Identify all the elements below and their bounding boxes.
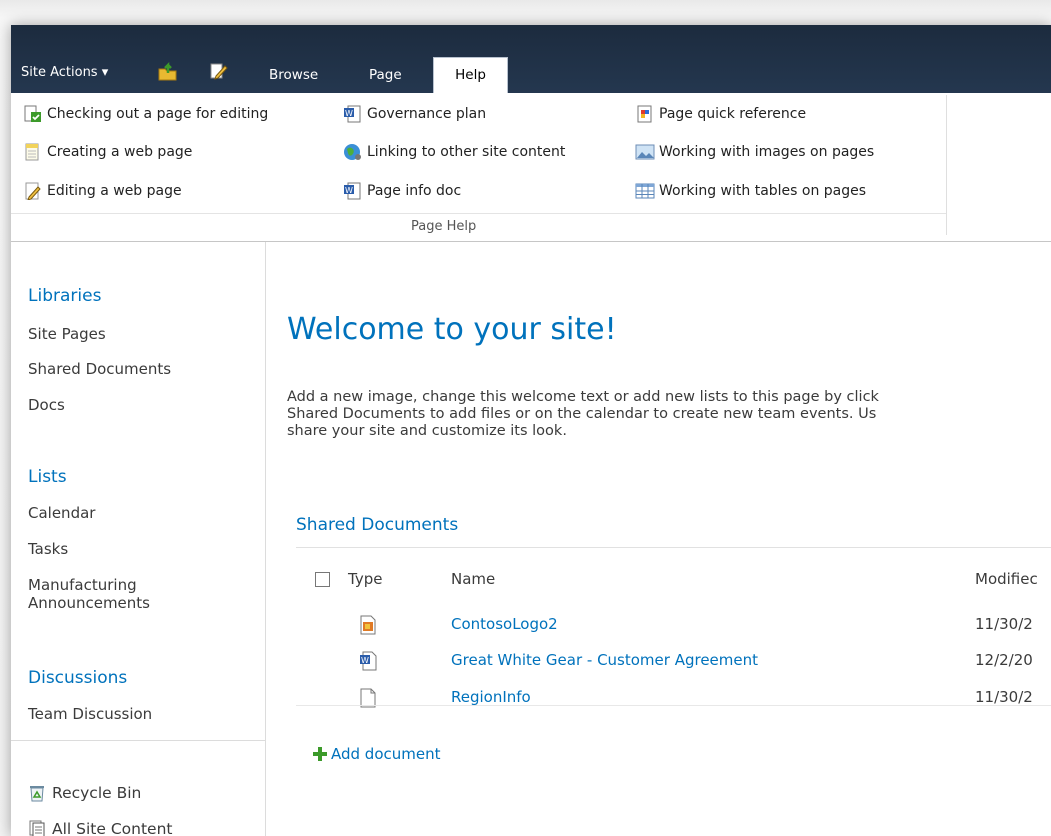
nav-item-docs[interactable]: Docs (28, 396, 65, 414)
svg-text:W: W (345, 186, 353, 195)
list-bottom-divider (296, 705, 1051, 706)
doc-modified: 12/2/20 (975, 651, 1033, 669)
nav-heading-libraries[interactable]: Libraries (28, 286, 101, 306)
ribbon-group-label: Page Help (411, 219, 477, 234)
word-file-icon: W (359, 651, 377, 675)
page-title: Welcome to your site! (287, 312, 617, 348)
select-all-checkbox[interactable] (315, 572, 330, 587)
navigate-up-icon[interactable] (157, 61, 177, 81)
nav-item-shared-documents[interactable]: Shared Documents (28, 360, 171, 378)
image-file-icon (359, 615, 377, 639)
tab-help[interactable]: Help (433, 57, 508, 93)
column-header-modified[interactable]: Modifiec (975, 570, 1038, 588)
top-ribbon-bar: Site Actions ▾ Browse Page Help (11, 25, 1051, 93)
ribbon-label: Checking out a page for editing (47, 106, 269, 122)
svg-text:W: W (345, 109, 353, 118)
ribbon-images-on-pages[interactable]: Working with images on pages (635, 143, 874, 161)
ribbon-creating-page[interactable]: Creating a web page (23, 143, 192, 161)
recycle-bin-label: Recycle Bin (52, 784, 142, 802)
ribbon-label: Working with tables on pages (659, 183, 867, 199)
ribbon-label: Page info doc (367, 183, 462, 199)
nav-item-team-discussion[interactable]: Team Discussion (28, 705, 152, 723)
nav-heading-discussions[interactable]: Discussions (28, 668, 127, 688)
ribbon-group-separator (946, 95, 947, 235)
ribbon-label: Governance plan (367, 106, 487, 122)
recycle-bin-icon (30, 786, 44, 802)
word-doc-icon: W (344, 182, 361, 200)
add-document-link[interactable]: Add document (313, 745, 441, 763)
recycle-bin-link[interactable]: Recycle Bin (28, 784, 141, 802)
ribbon-divider (11, 213, 946, 214)
nav-divider (11, 740, 265, 741)
column-header-type[interactable]: Type (348, 570, 382, 588)
ribbon-linking-content[interactable]: Linking to other site content (343, 143, 565, 161)
tab-browse[interactable]: Browse (269, 67, 318, 83)
doc-link-regioninfo[interactable]: RegionInfo (451, 688, 531, 706)
ribbon-checkout-page[interactable]: Checking out a page for editing (23, 105, 268, 123)
ribbon-label: Working with images on pages (659, 144, 875, 160)
word-doc-icon: W (344, 105, 361, 123)
ribbon-label: Creating a web page (47, 144, 193, 160)
globe-link-icon (344, 144, 361, 160)
shared-documents-divider (296, 547, 1051, 548)
all-site-content-link[interactable]: All Site Content (28, 820, 172, 836)
nav-item-site-pages[interactable]: Site Pages (28, 325, 106, 343)
doc-link-customer-agreement[interactable]: Great White Gear - Customer Agreement (451, 651, 758, 669)
add-document-label: Add document (331, 745, 441, 763)
generic-file-icon (359, 688, 377, 712)
quick-launch: Libraries Site Pages Shared Documents Do… (11, 242, 266, 836)
ribbon-governance-plan[interactable]: W Governance plan (343, 105, 486, 123)
doc-modified: 11/30/2 (975, 688, 1033, 706)
tab-page[interactable]: Page (369, 67, 402, 83)
welcome-text: Add a new image, change this welcome tex… (287, 389, 879, 439)
edit-page-icon[interactable] (208, 61, 228, 81)
doc-link-contosologo2[interactable]: ContosoLogo2 (451, 615, 558, 633)
nav-heading-lists[interactable]: Lists (28, 467, 67, 487)
edit-page-icon (25, 182, 41, 200)
ribbon-label: Page quick reference (659, 106, 807, 122)
ribbon-editing-page[interactable]: Editing a web page (23, 182, 182, 200)
column-header-name[interactable]: Name (451, 570, 495, 588)
image-icon (635, 144, 655, 160)
reference-icon (637, 105, 652, 123)
sharepoint-window: Site Actions ▾ Browse Page Help Checking… (11, 25, 1051, 836)
all-site-content-label: All Site Content (52, 820, 173, 836)
ribbon-page-info-doc[interactable]: W Page info doc (343, 182, 461, 200)
new-page-icon (25, 143, 39, 161)
checkout-page-icon (24, 105, 41, 122)
add-icon (313, 747, 327, 761)
ribbon-help-group: Checking out a page for editing Creating… (11, 93, 1051, 242)
ribbon-label: Editing a web page (47, 183, 182, 199)
doc-modified: 11/30/2 (975, 615, 1033, 633)
ribbon-quick-reference[interactable]: Page quick reference (635, 105, 806, 123)
site-actions-menu[interactable]: Site Actions ▾ (21, 65, 108, 80)
nav-item-tasks[interactable]: Tasks (28, 540, 68, 558)
svg-text:W: W (361, 656, 369, 665)
site-content-icon (29, 820, 45, 836)
ribbon-tables-on-pages[interactable]: Working with tables on pages (635, 182, 866, 200)
nav-item-calendar[interactable]: Calendar (28, 504, 95, 522)
shared-documents-title[interactable]: Shared Documents (296, 515, 458, 535)
ribbon-label: Linking to other site content (367, 144, 566, 160)
nav-item-manufacturing-announcements[interactable]: Manufacturing Announcements (28, 576, 150, 612)
table-icon (635, 183, 655, 199)
